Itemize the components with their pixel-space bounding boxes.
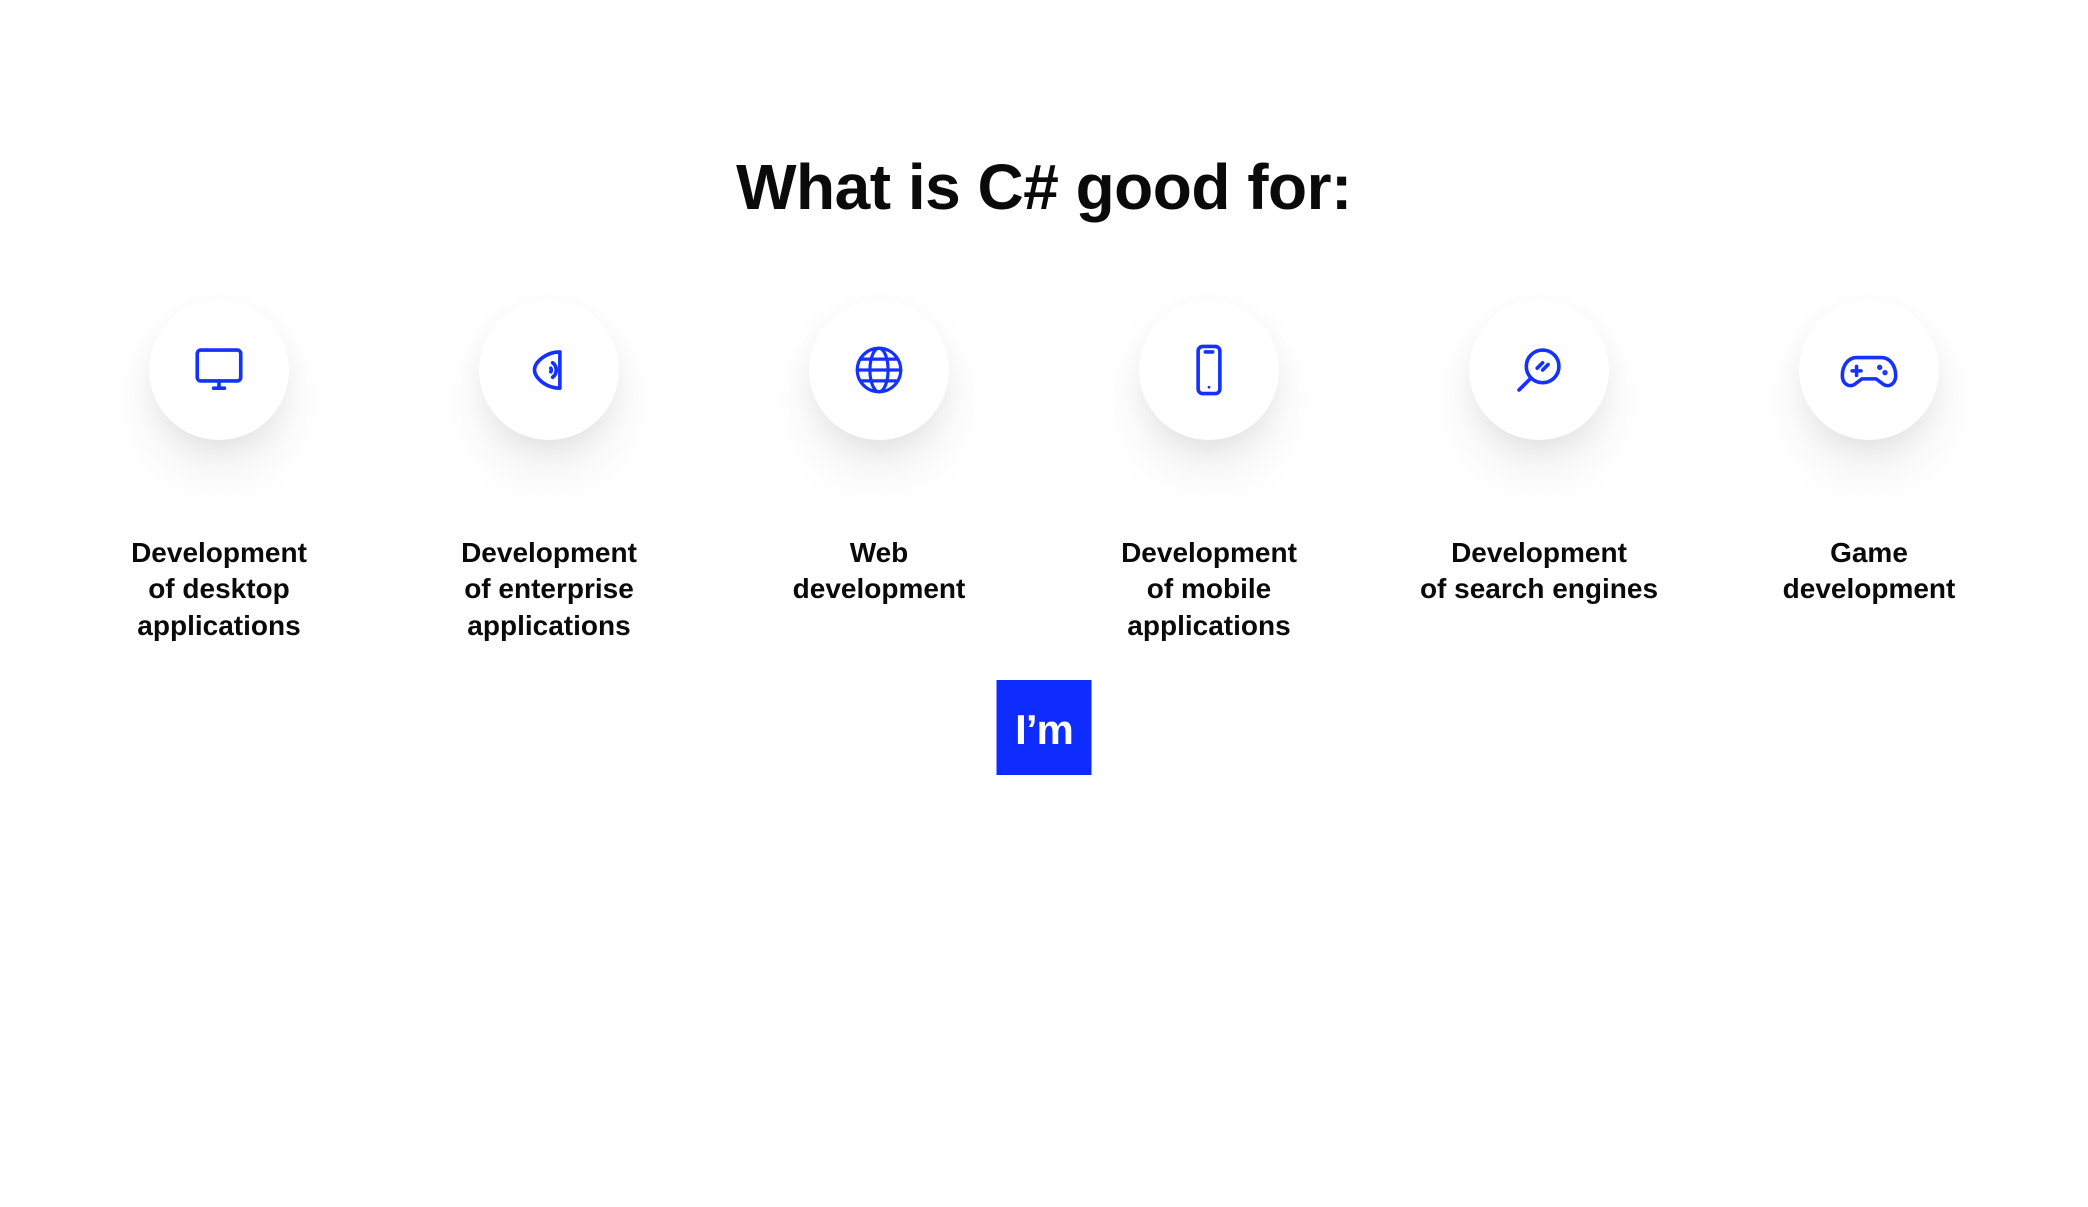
icon-circle [809, 300, 949, 440]
item-label: Development of mobile applications [1121, 535, 1297, 644]
item-enterprise: Development of enterprise applications [429, 300, 669, 644]
item-label: Development of search engines [1420, 535, 1658, 608]
item-label: Development of enterprise applications [461, 535, 637, 644]
item-label: Game development [1783, 535, 1956, 608]
icon-circle [1139, 300, 1279, 440]
item-game: Game development [1749, 300, 1989, 644]
item-label: Development of desktop applications [131, 535, 307, 644]
item-label: Web development [793, 535, 966, 608]
icon-circle [1469, 300, 1609, 440]
page-title: What is C# good for: [0, 150, 2088, 224]
brand-logo: I’m [997, 680, 1092, 775]
brand-logo-text: I’m [1015, 709, 1073, 751]
items-row: Development of desktop applications Deve… [0, 300, 2088, 644]
magnifier-icon [1510, 341, 1568, 399]
gamepad-icon [1837, 341, 1901, 399]
item-desktop: Development of desktop applications [99, 300, 339, 644]
icon-circle [1799, 300, 1939, 440]
item-search: Development of search engines [1419, 300, 1659, 644]
item-web: Web development [759, 300, 999, 644]
item-mobile: Development of mobile applications [1089, 300, 1329, 644]
phone-icon [1180, 341, 1238, 399]
icon-circle [149, 300, 289, 440]
icon-circle [479, 300, 619, 440]
monitor-icon [190, 341, 248, 399]
speaker-icon [520, 341, 578, 399]
globe-icon [850, 341, 908, 399]
diagram-stage: What is C# good for: Development of desk… [0, 0, 2088, 1207]
